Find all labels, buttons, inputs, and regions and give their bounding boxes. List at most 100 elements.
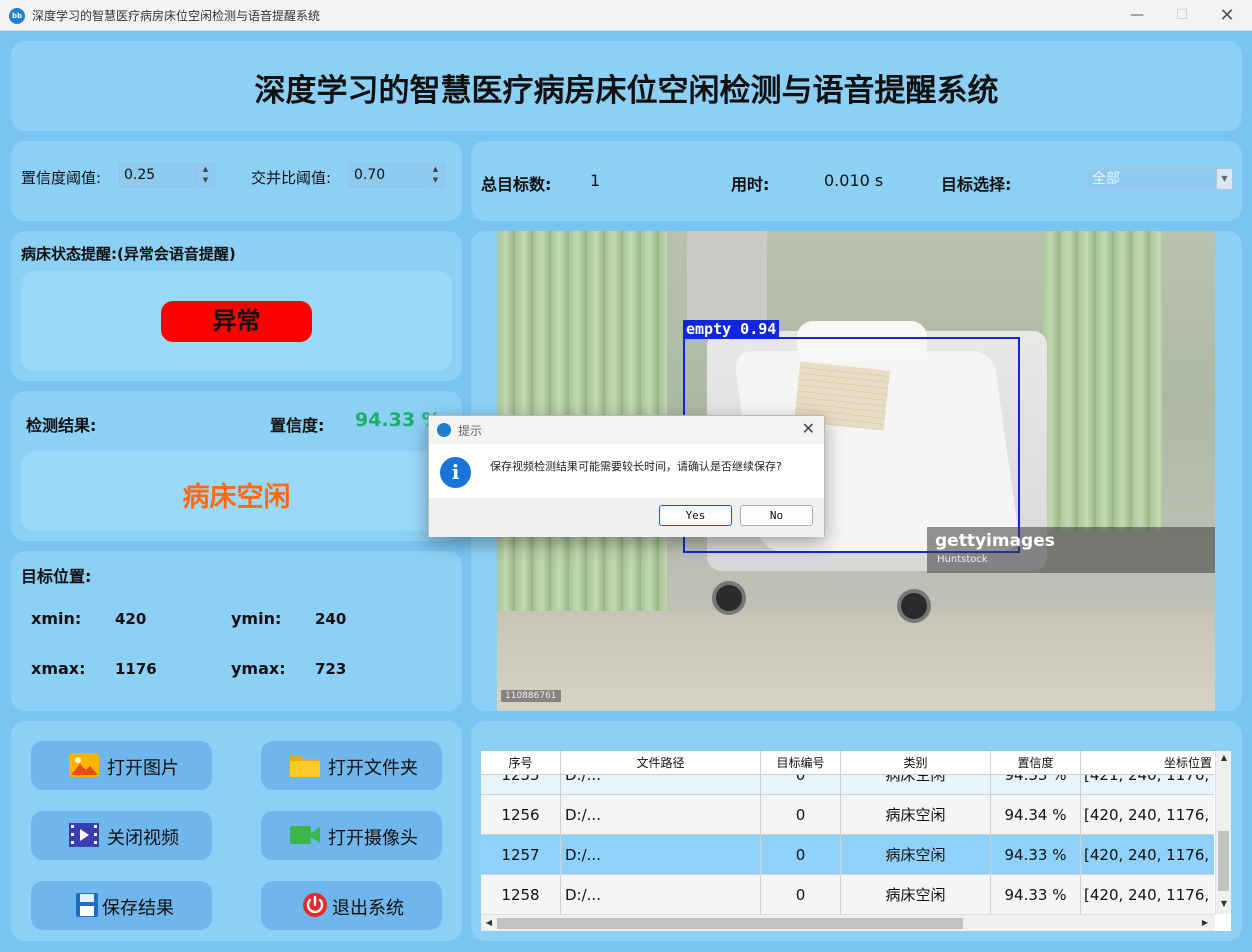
cell-class: 病床空闲 [841,835,991,875]
ymax-value: 723 [315,660,347,678]
cell-index: 1257 [481,835,561,875]
info-icon: i [440,457,471,488]
cell-path: D:/... [561,795,761,835]
exit-button[interactable]: 退出系统 [261,881,442,930]
close-video-label: 关闭视频 [107,828,179,849]
params-panel: 置信度阈值: 0.25 ▲ ▼ 交并比阈值: 0.70 ▲ ▼ [11,141,462,221]
save-result-button[interactable]: 保存结果 [31,881,212,930]
watermark: gettyimages Huntstock [927,527,1215,573]
iou-threshold-value: 0.70 [354,167,386,183]
image-icon [69,753,99,777]
detection-result-box: 病床空闲 [21,451,452,531]
cell-confidence: 94.33 % [991,835,1081,875]
cell-path: D:/... [561,835,761,875]
confirm-dialog: 提示 ✕ i 保存视频检测结果可能需要较长时间，请确认是否继续保存? Yes N… [428,415,825,537]
spin-arrows-icon[interactable]: ▲ ▼ [196,164,214,186]
cell-target-id: 0 [761,835,841,875]
ymin-label: ymin: [231,609,282,628]
dialog-footer: Yes No [429,498,824,537]
scroll-down-icon[interactable]: ▼ [1216,899,1232,908]
elapsed-time-value: 0.010 s [824,171,884,190]
column-header[interactable]: 置信度 [991,751,1081,775]
minimize-button[interactable]: — [1114,0,1160,31]
yes-button[interactable]: Yes [659,505,732,526]
table-row[interactable]: 1256 D:/... 0 病床空闲 94.34 % [420, 240, 11… [481,795,1214,835]
open-image-button[interactable]: 打开图片 [31,741,212,790]
video-icon [69,823,99,847]
save-result-label: 保存结果 [102,898,174,919]
watermark-credit: Huntstock [937,554,988,565]
exit-label: 退出系统 [332,898,404,919]
open-folder-button[interactable]: 打开文件夹 [261,741,442,790]
open-camera-button[interactable]: 打开摄像头 [261,811,442,860]
results-table: 序号 文件路径 目标编号 类别 置信度 坐标位置 1255 D:/... 0 病… [481,751,1231,931]
open-folder-label: 打开文件夹 [328,758,418,779]
target-position-panel: 目标位置: xmin: 420 ymin: 240 xmax: 1176 yma… [11,551,462,711]
target-position-label: 目标位置: [21,567,92,586]
dialog-body: i 保存视频检测结果可能需要较长时间，请确认是否继续保存? [429,444,824,498]
bed-status-badge: 异常 [161,301,312,342]
table-horizontal-scrollbar[interactable]: ◀ ▶ [481,914,1215,931]
cell-coords: [420, 240, 1176, 72 [1084,886,1214,904]
window-titlebar: bb 深度学习的智慧医疗病房床位空闲检测与语音提醒系统 — ☐ ✕ [0,0,1252,31]
close-window-button[interactable]: ✕ [1204,0,1250,31]
column-header[interactable]: 序号 [481,751,561,775]
total-targets-value: 1 [590,171,601,190]
ymin-value: 240 [315,610,347,628]
bed-status-label: 病床状态提醒:(异常会语音提醒) [21,245,236,263]
spin-arrows-icon[interactable]: ▲ ▼ [426,164,444,186]
cell-path: D:/... [561,875,761,915]
scroll-left-icon[interactable]: ◀ [481,918,497,927]
xmin-label: xmin: [31,609,82,628]
app-icon [437,423,451,437]
target-select-label: 目标选择: [941,175,1012,194]
close-video-button[interactable]: 关闭视频 [31,811,212,860]
target-select-value: 全部 [1092,171,1120,187]
close-icon[interactable]: ✕ [802,419,815,438]
target-select-dropdown[interactable]: 全部 ▼ [1087,168,1233,190]
maximize-button[interactable]: ☐ [1159,0,1205,31]
no-button[interactable]: No [740,505,813,526]
page-title: 深度学习的智慧医疗病房床位空闲检测与语音提醒系统 [254,73,999,109]
scroll-right-icon[interactable]: ▶ [1197,918,1213,927]
app-icon: bb [9,8,25,24]
chevron-down-icon[interactable]: ▼ [1216,169,1232,189]
iou-threshold-spinbox[interactable]: 0.70 ▲ ▼ [349,163,445,187]
elapsed-time-label: 用时: [731,175,770,194]
bed-status-box: 异常 [21,271,452,371]
horizontal-scroll-thumb[interactable] [497,918,963,929]
dialog-title: 提示 [458,424,483,438]
open-image-label: 打开图片 [107,758,179,779]
image-id: 110886761 [501,690,561,702]
table-header: 序号 文件路径 目标编号 类别 置信度 坐标位置 [481,751,1214,775]
xmin-value: 420 [115,610,147,628]
table-row[interactable]: 1258 D:/... 0 病床空闲 94.33 % [420, 240, 11… [481,875,1214,915]
column-header[interactable]: 坐标位置 [1081,751,1214,775]
cell-confidence: 94.33 % [991,875,1081,915]
dialog-titlebar: 提示 ✕ [429,416,824,444]
cell-coords: [420, 240, 1176, 72 [1084,846,1214,864]
column-header[interactable]: 文件路径 [561,751,761,775]
stats-panel: 总目标数: 1 用时: 0.010 s 目标选择: 全部 ▼ [471,141,1242,221]
column-header[interactable]: 类别 [841,751,991,775]
camera-icon [290,826,320,844]
detection-result-value: 病床空闲 [182,482,291,513]
column-header[interactable]: 目标编号 [761,751,841,775]
power-icon [303,893,327,917]
window-title: 深度学习的智慧医疗病房床位空闲检测与语音提醒系统 [32,9,321,23]
detection-box-label: empty 0.94 [683,320,780,338]
ymax-label: ymax: [231,659,286,678]
detection-result-label: 检测结果: [26,416,97,435]
vertical-scroll-thumb[interactable] [1218,831,1229,891]
conf-threshold-spinbox[interactable]: 0.25 ▲ ▼ [119,163,215,187]
cell-confidence: 94.34 % [991,795,1081,835]
cell-class: 病床空闲 [841,795,991,835]
save-icon [76,893,98,917]
watermark-logo: gettyimages [935,531,1055,551]
scroll-up-icon[interactable]: ▲ [1216,753,1232,762]
table-row[interactable]: 1257 D:/... 0 病床空闲 94.33 % [420, 240, 11… [481,835,1214,875]
folder-icon [290,756,320,777]
cell-target-id: 0 [761,795,841,835]
table-vertical-scrollbar[interactable]: ▲ ▼ [1215,751,1231,914]
conf-threshold-label: 置信度阈值: [21,169,102,187]
